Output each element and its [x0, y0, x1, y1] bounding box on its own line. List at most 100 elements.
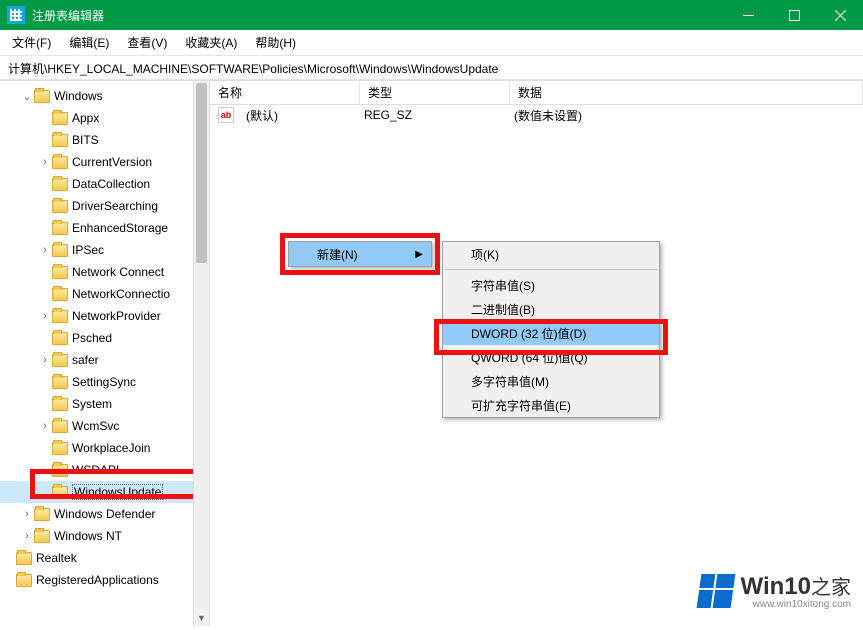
- tree-item[interactable]: Appx: [0, 107, 209, 129]
- tree-item[interactable]: › WcmSvc: [0, 415, 209, 437]
- menu-favorites[interactable]: 收藏夹(A): [179, 32, 243, 53]
- folder-icon: [52, 310, 68, 323]
- menu-view[interactable]: 查看(V): [121, 32, 173, 53]
- tree-scrollbar[interactable]: ▲ ▼: [193, 81, 209, 626]
- menu-bar: 文件(F) 编辑(E) 查看(V) 收藏夹(A) 帮助(H): [0, 30, 863, 56]
- folder-icon: [52, 486, 68, 499]
- tree-item[interactable]: NetworkConnectio: [0, 283, 209, 305]
- menu-edit[interactable]: 编辑(E): [63, 32, 115, 53]
- menu-new[interactable]: 新建(N) ▶: [289, 242, 431, 266]
- tree-item[interactable]: WindowsUpdate: [0, 481, 209, 503]
- tree-label: NetworkConnectio: [72, 287, 170, 301]
- list-row[interactable]: ab (默认) REG_SZ (数值未设置): [210, 105, 863, 125]
- folder-icon: [52, 112, 68, 125]
- menu-file[interactable]: 文件(F): [6, 32, 57, 53]
- tree-item[interactable]: EnhancedStorage: [0, 217, 209, 239]
- col-data[interactable]: 数据: [510, 81, 863, 104]
- folder-icon: [52, 222, 68, 235]
- tree-item[interactable]: ⌄ Windows: [0, 85, 209, 107]
- tree-item[interactable]: › Windows Defender: [0, 503, 209, 525]
- tree-item[interactable]: › IPSec: [0, 239, 209, 261]
- tree-label: RegisteredApplications: [36, 573, 159, 587]
- tree-label: CurrentVersion: [72, 155, 152, 169]
- expand-icon[interactable]: ›: [38, 420, 52, 432]
- tree-label: Windows: [54, 89, 103, 103]
- tree-item[interactable]: WorkplaceJoin: [0, 437, 209, 459]
- expand-icon[interactable]: ›: [38, 310, 52, 322]
- cell-data: (数值未设置): [506, 107, 590, 124]
- submenu-dword[interactable]: DWORD (32 位)值(D): [443, 321, 659, 345]
- window-controls: [725, 0, 863, 30]
- menu-help[interactable]: 帮助(H): [249, 32, 302, 53]
- tree-label: WSDAPI: [72, 463, 119, 477]
- tree-label: SettingSync: [72, 375, 136, 389]
- menu-separator: [445, 269, 657, 270]
- cell-type: REG_SZ: [356, 108, 506, 122]
- tree-item[interactable]: › CurrentVersion: [0, 151, 209, 173]
- tree-label: BITS: [72, 133, 99, 147]
- window-title: 注册表编辑器: [32, 7, 725, 24]
- tree-item[interactable]: SettingSync: [0, 371, 209, 393]
- tree-label: IPSec: [72, 243, 104, 257]
- scroll-down-icon[interactable]: ▼: [194, 610, 209, 626]
- context-menu: 新建(N) ▶: [288, 241, 432, 267]
- col-name[interactable]: 名称: [210, 81, 360, 104]
- tree-label: safer: [72, 353, 99, 367]
- tree-label: EnhancedStorage: [72, 221, 168, 235]
- folder-icon: [52, 420, 68, 433]
- list-view: 名称 类型 数据 ab (默认) REG_SZ (数值未设置) 新建(N) ▶ …: [210, 81, 863, 626]
- content-area: ⌄ Windows Appx BITS › CurrentVersion DataColle…: [0, 80, 863, 626]
- menu-new-label: 新建(N): [317, 246, 358, 263]
- tree-item[interactable]: System: [0, 393, 209, 415]
- tree-item[interactable]: Network Connect: [0, 261, 209, 283]
- tree-item[interactable]: › safer: [0, 349, 209, 371]
- tree-label: WcmSvc: [72, 419, 119, 433]
- tree-item[interactable]: ›NetworkProvider: [0, 305, 209, 327]
- submenu-qword[interactable]: QWORD (64 位)值(Q): [443, 345, 659, 369]
- expand-icon[interactable]: ›: [38, 354, 52, 366]
- tree-item[interactable]: WSDAPI: [0, 459, 209, 481]
- folder-icon: [52, 288, 68, 301]
- submenu-arrow-icon: ▶: [415, 249, 423, 260]
- tree-label: DriverSearching: [72, 199, 158, 213]
- expand-icon[interactable]: ›: [20, 508, 34, 520]
- folder-icon: [52, 156, 68, 169]
- folder-icon: [16, 574, 32, 587]
- tree-label: System: [72, 397, 112, 411]
- string-value-icon: ab: [218, 107, 234, 123]
- folder-icon: [34, 90, 50, 103]
- folder-icon: [34, 530, 50, 543]
- submenu-multistring[interactable]: 多字符串值(M): [443, 369, 659, 393]
- folder-icon: [52, 354, 68, 367]
- tree-item[interactable]: DataCollection: [0, 173, 209, 195]
- folder-icon: [52, 244, 68, 257]
- watermark-url: www.win10xitong.com: [741, 599, 851, 610]
- tree-label: Psched: [72, 331, 112, 345]
- submenu-expandstring[interactable]: 可扩充字符串值(E): [443, 393, 659, 417]
- tree-item[interactable]: › Windows NT: [0, 525, 209, 547]
- tree-item[interactable]: BITS: [0, 129, 209, 151]
- expand-icon[interactable]: ›: [38, 156, 52, 168]
- scroll-thumb[interactable]: [196, 83, 207, 263]
- submenu-key[interactable]: 项(K): [443, 242, 659, 266]
- submenu-string[interactable]: 字符串值(S): [443, 273, 659, 297]
- expand-icon[interactable]: ›: [38, 244, 52, 256]
- tree-label: DataCollection: [72, 177, 150, 191]
- title-bar: 注册表编辑器: [0, 0, 863, 30]
- folder-icon: [16, 552, 32, 565]
- close-button[interactable]: [817, 0, 863, 30]
- minimize-button[interactable]: [725, 0, 771, 30]
- expand-icon[interactable]: ›: [20, 530, 34, 542]
- expand-icon[interactable]: ⌄: [20, 90, 34, 103]
- col-type[interactable]: 类型: [360, 81, 510, 104]
- submenu-binary[interactable]: 二进制值(B): [443, 297, 659, 321]
- folder-icon: [52, 376, 68, 389]
- tree-item[interactable]: RegisteredApplications: [0, 569, 209, 591]
- address-bar[interactable]: 计算机\HKEY_LOCAL_MACHINE\SOFTWARE\Policies…: [0, 56, 863, 80]
- tree-label: Windows Defender: [54, 507, 155, 521]
- tree-item[interactable]: Psched: [0, 327, 209, 349]
- tree-label: Windows NT: [54, 529, 122, 543]
- tree-item[interactable]: Realtek: [0, 547, 209, 569]
- tree-item[interactable]: DriverSearching: [0, 195, 209, 217]
- maximize-button[interactable]: [771, 0, 817, 30]
